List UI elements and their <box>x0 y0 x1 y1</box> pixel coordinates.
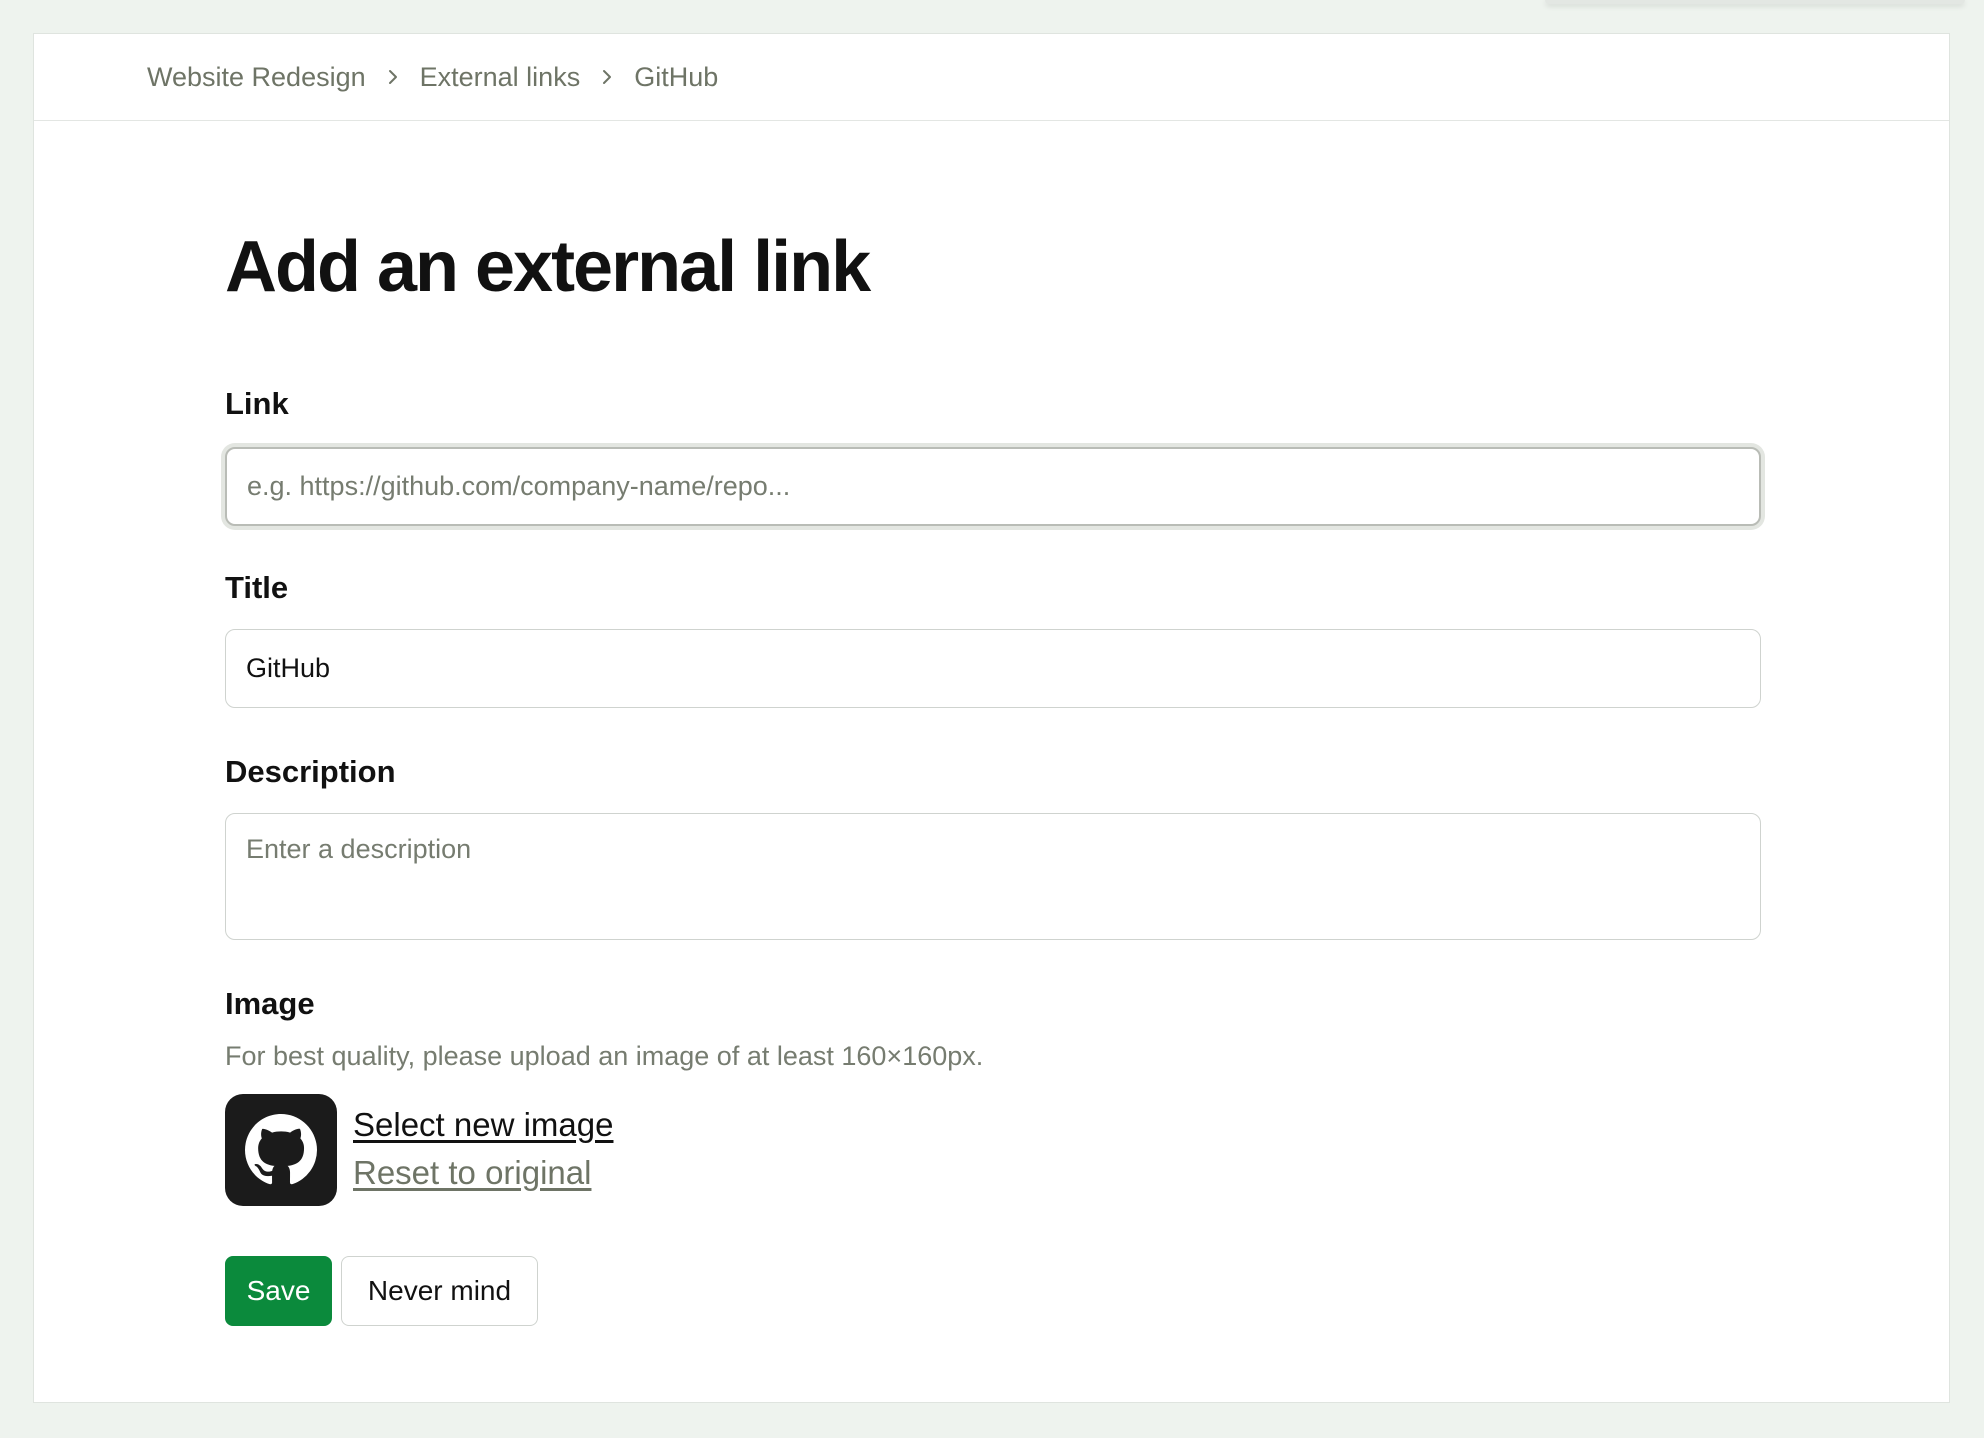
image-hint: For best quality, please upload an image… <box>225 1041 984 1071</box>
never-mind-button[interactable]: Never mind <box>341 1256 538 1326</box>
breadcrumb-item-external-links[interactable]: External links <box>420 62 581 93</box>
main-panel: Website Redesign External links GitHub A… <box>33 33 1950 1403</box>
select-new-image-link[interactable]: Select new image <box>353 1106 613 1144</box>
reset-to-original-link[interactable]: Reset to original <box>353 1154 591 1192</box>
save-button[interactable]: Save <box>225 1256 332 1326</box>
description-textarea[interactable] <box>225 813 1761 940</box>
breadcrumb-item-website-redesign[interactable]: Website Redesign <box>147 62 366 93</box>
link-label: Link <box>225 386 289 421</box>
link-input[interactable] <box>225 447 1761 526</box>
github-logo-icon <box>225 1094 337 1206</box>
title-input[interactable] <box>225 629 1761 708</box>
breadcrumb-item-github: GitHub <box>634 61 719 92</box>
image-label: Image <box>225 986 315 1021</box>
breadcrumb: Website Redesign External links GitHub <box>34 34 1949 121</box>
chevron-right-icon <box>600 68 614 86</box>
description-label: Description <box>225 754 396 789</box>
popover-edge <box>1545 0 1965 4</box>
page-title: Add an external link <box>225 227 871 307</box>
title-label: Title <box>225 570 289 605</box>
chevron-right-icon <box>386 68 400 86</box>
